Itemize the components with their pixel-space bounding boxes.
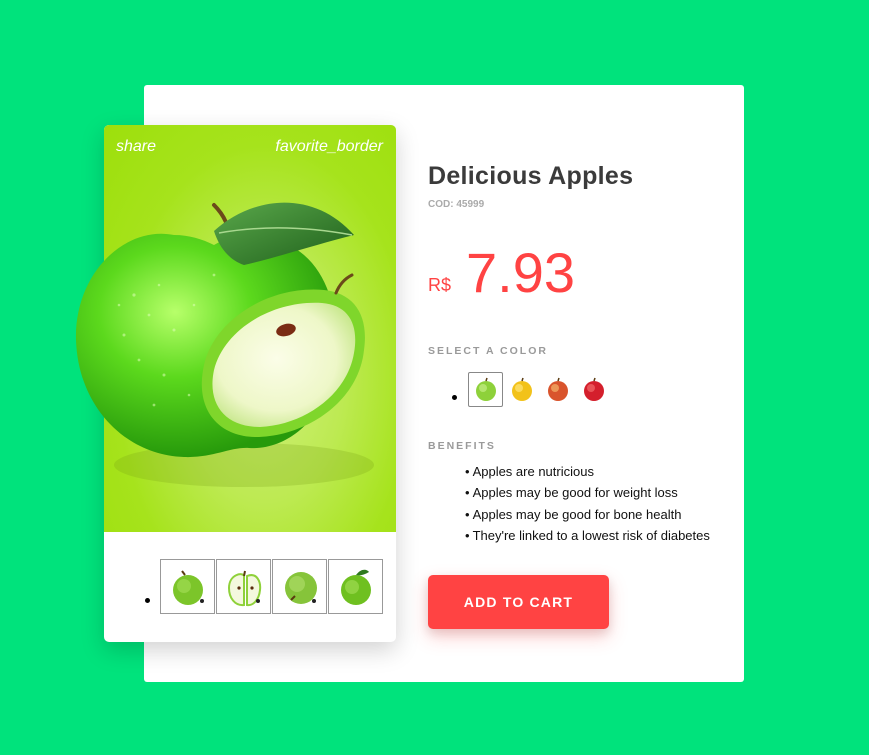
benefit-item: They're linked to a lowest risk of diabe… [465,527,710,548]
green-apple-leaf-icon [341,569,371,605]
product-title: Delicious Apples [428,162,634,190]
thumbnail-green-apple-whole[interactable] [160,559,215,614]
thumbnail-marker [200,599,204,603]
benefit-item: Apples may be good for weight loss [465,484,710,505]
color-option-green[interactable] [468,372,503,407]
green-apple-image [75,202,374,487]
thumbnail-list [145,559,383,614]
product-code: COD: 45999 [428,199,485,210]
price-value: 7.93 [466,241,575,304]
benefits-list: Apples are nutricious Apples may be good… [465,463,710,548]
benefits-label: BENEFITS [428,440,496,452]
yellow-apple-icon [511,377,532,401]
thumbnail-marker [256,599,260,603]
benefit-item: Apples are nutricious [465,463,710,484]
product-hero-image: share favorite_border [75,125,396,532]
product-image-panel: share favorite_border [75,125,396,642]
color-option-yellow[interactable] [504,372,539,407]
thumbnail-green-apple-top[interactable] [272,559,327,614]
red-apple-icon [583,377,604,401]
color-options [452,372,611,407]
color-option-red[interactable] [576,372,611,407]
thumbnail-green-apple-halved[interactable] [216,559,271,614]
color-option-red-yellow[interactable] [540,372,575,407]
share-icon[interactable]: share [116,138,156,156]
halved-apple-icon [227,570,262,607]
green-apple-icon [475,377,496,401]
select-color-label: SELECT A COLOR [428,345,548,357]
green-apple-icon [173,570,203,605]
benefit-item: Apples may be good for bone health [465,506,710,527]
thumbnail-green-apple-leaf[interactable] [328,559,383,614]
favorite-border-icon[interactable]: favorite_border [275,138,383,156]
green-apple-top-icon [285,572,317,604]
thumbnail-marker [312,599,316,603]
price-currency: R$ [428,275,452,295]
add-to-cart-button[interactable]: ADD TO CART [428,575,609,629]
red-yellow-apple-icon [547,377,568,401]
